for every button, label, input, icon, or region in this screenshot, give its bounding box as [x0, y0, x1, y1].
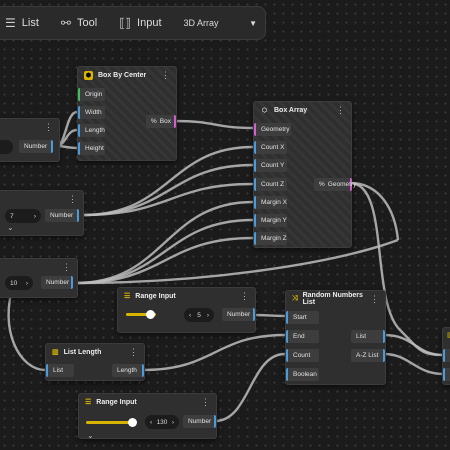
input-port-margin-z[interactable]: Margin Z: [254, 232, 287, 245]
more-icon[interactable]: ⋮: [44, 122, 53, 133]
wire: [383, 352, 445, 376]
tool-button[interactable]: ⚯ Tool: [61, 16, 97, 30]
number-stepper[interactable]: 7 ›: [5, 209, 41, 223]
sliders-icon: ☰: [85, 399, 92, 406]
dropdown-value: 3D Array: [183, 18, 219, 28]
chevron-down-icon[interactable]: ⌄: [87, 431, 94, 440]
mesh-icon: %: [151, 118, 157, 125]
input-port[interactable]: [443, 368, 450, 381]
shuffle-icon: ⤨: [292, 295, 298, 302]
input-label: Input: [137, 17, 162, 29]
more-icon[interactable]: ⋮: [161, 70, 170, 81]
list-length-icon: ▥: [52, 349, 59, 356]
input-port-geometry[interactable]: Geometry: [254, 123, 291, 136]
wire: [253, 313, 286, 318]
more-icon[interactable]: ⋮: [68, 194, 77, 205]
wire: [174, 119, 254, 130]
more-icon[interactable]: ⋮: [62, 262, 71, 273]
input-port[interactable]: [443, 349, 450, 362]
toolbar: ☰ List ⚯ Tool ⟦⟧ Input 3D Array ▼: [0, 6, 266, 40]
wire: [349, 181, 400, 241]
input-port-width[interactable]: Width: [78, 106, 105, 119]
output-port-geometry[interactable]: % Geometry: [314, 178, 356, 191]
number-stepper[interactable]: 10 ›: [5, 276, 33, 290]
wire: [82, 182, 254, 217]
output-port-number[interactable]: Number: [41, 276, 73, 289]
wire: [75, 200, 254, 285]
box-array-node[interactable]: ⬡ Box Array ⋮ Geometry Count X Count Y C…: [253, 101, 356, 248]
number-node-3[interactable]: ⋮ 10 › Number: [0, 258, 78, 298]
tool-label: Tool: [76, 17, 98, 29]
box-by-center-node[interactable]: ⬢ Box By Center ⋮ Origin Width Length He…: [77, 66, 177, 161]
more-icon[interactable]: ⋮: [336, 105, 345, 116]
output-port-number[interactable]: Number: [183, 415, 216, 428]
input-port-count[interactable]: Count: [286, 349, 319, 362]
more-icon[interactable]: ⋮: [129, 347, 138, 358]
output-port-number[interactable]: Number: [19, 140, 53, 153]
output-port-number[interactable]: Number: [222, 308, 255, 321]
more-icon[interactable]: ⋮: [201, 397, 210, 408]
number-stepper[interactable]: ›: [0, 140, 13, 154]
output-port-list[interactable]: List: [351, 330, 385, 343]
input-icon: ⟦⟧: [119, 16, 132, 30]
range-input-node-2[interactable]: ☰ Range Input ⋮ ‹ 130 › Number ⌄: [78, 393, 217, 440]
wire: [75, 218, 254, 285]
wire: [142, 333, 286, 372]
range-input-node-1[interactable]: ☰ Range Input ⋮ ‹ 5 › Number: [117, 287, 256, 333]
output-port-length[interactable]: Length: [112, 364, 144, 377]
list-length-node[interactable]: ▥ List Length ⋮ List Length: [45, 343, 145, 381]
chevron-down-icon: ▼: [249, 18, 257, 28]
input-button[interactable]: ⟦⟧ Input: [119, 16, 161, 30]
node-title: Range Input: [96, 398, 137, 406]
node-title: Box By Center: [98, 71, 147, 79]
wire: [75, 236, 254, 285]
input-port-height[interactable]: Height: [78, 142, 105, 155]
input-port-margin-y[interactable]: Margin Y: [254, 214, 287, 227]
node-type-dropdown[interactable]: 3D Array ▼: [176, 12, 266, 34]
input-port-count-x[interactable]: Count X: [254, 141, 287, 154]
output-port-number[interactable]: Number: [45, 209, 79, 222]
chevron-down-icon[interactable]: ⌄: [7, 223, 14, 232]
input-port-count-z[interactable]: Count Z: [254, 178, 287, 191]
input-port-boolean[interactable]: Boolean: [286, 368, 319, 381]
box-icon: ⬢: [84, 70, 93, 80]
input-port-origin[interactable]: Origin: [78, 88, 105, 101]
input-port-list[interactable]: List: [46, 364, 74, 377]
more-icon[interactable]: ⋮: [370, 294, 379, 305]
node-title: Range Input: [135, 292, 176, 300]
range-slider-knob[interactable]: [128, 418, 137, 427]
list-icon: ☰: [5, 16, 16, 30]
input-port-length[interactable]: Length: [78, 124, 105, 137]
output-port-box[interactable]: % Box: [146, 115, 176, 128]
input-port-margin-x[interactable]: Margin X: [254, 196, 287, 209]
range-value-stepper[interactable]: ‹ 130 ›: [145, 415, 179, 429]
wire: [214, 352, 286, 423]
box-array-icon: ⬡: [261, 107, 268, 114]
node-title: List Length: [63, 348, 102, 356]
partial-node-right[interactable]: ▥: [442, 327, 450, 385]
list-button[interactable]: ☰ List: [5, 16, 39, 30]
number-node-2[interactable]: ⋮ 7 › Number ⌄: [0, 190, 84, 236]
node-title: Box Array: [274, 106, 308, 114]
mesh-icon: %: [319, 181, 325, 188]
input-port-start[interactable]: Start: [286, 311, 319, 324]
input-port-count-y[interactable]: Count Y: [254, 159, 287, 172]
range-slider-knob[interactable]: [146, 310, 155, 319]
number-node-1[interactable]: ⋮ › Number: [0, 118, 60, 162]
sliders-icon: ☰: [124, 293, 131, 300]
input-port-end[interactable]: End: [286, 330, 319, 343]
random-numbers-list-node[interactable]: ⤨ Random Numbers List ⋮ Start End Count …: [285, 290, 386, 385]
tool-icon: ⚯: [60, 16, 71, 30]
range-value-stepper[interactable]: ‹ 5 ›: [184, 308, 214, 322]
wire: [82, 163, 254, 217]
wire: [383, 333, 445, 357]
more-icon[interactable]: ⋮: [240, 291, 249, 302]
list-label: List: [21, 17, 39, 29]
output-port-az-list[interactable]: A-Z List: [351, 349, 385, 362]
node-title: Random Numbers List: [302, 292, 363, 306]
